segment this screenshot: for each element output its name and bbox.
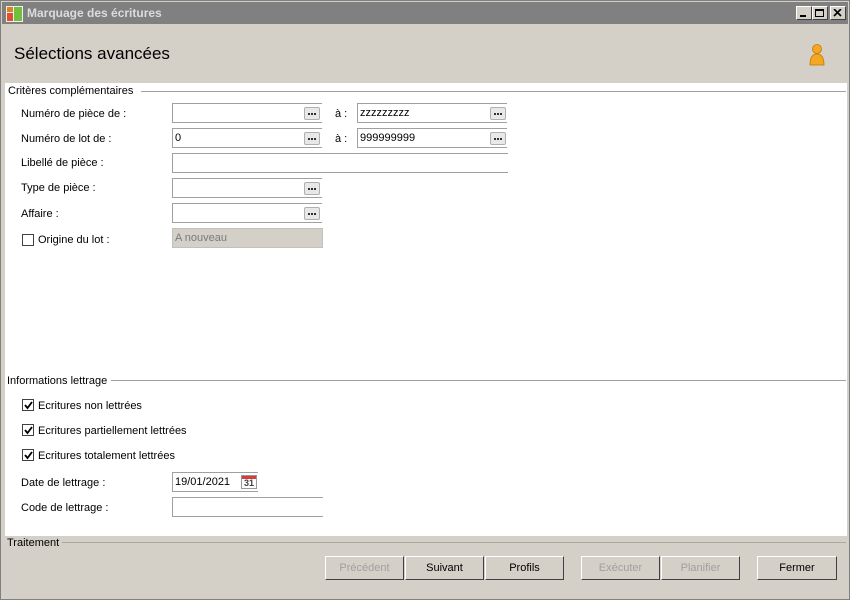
piece-num-from-input[interactable]	[172, 103, 322, 123]
piece-label-label: Libellé de pièce :	[21, 157, 104, 169]
lot-num-from-input[interactable]: 0	[172, 128, 322, 148]
piece-num-to-lookup-button[interactable]	[490, 107, 506, 120]
ellipsis-icon	[494, 138, 496, 140]
totalement-label: Ecritures totalement lettrées	[38, 450, 175, 462]
affaire-lookup-button[interactable]	[304, 207, 320, 220]
non-lettrees-label: Ecritures non lettrées	[38, 400, 142, 412]
page-header: Sélections avancées	[2, 24, 848, 83]
criteria-group-line	[141, 91, 846, 92]
partiellement-checkbox[interactable]	[22, 424, 34, 436]
checkmark-icon	[24, 401, 33, 410]
totalement-checkbox[interactable]	[22, 449, 34, 461]
app-icon	[6, 6, 23, 22]
piece-num-from-lookup-button[interactable]	[304, 107, 320, 120]
code-lettrage-input[interactable]	[172, 497, 323, 517]
affaire-input[interactable]	[172, 203, 322, 223]
minimize-button[interactable]	[796, 6, 812, 20]
affaire-label: Affaire :	[21, 208, 59, 220]
close-button[interactable]: Fermer	[757, 556, 837, 580]
maximize-icon	[815, 9, 824, 17]
lot-num-to-input[interactable]: 999999999	[357, 128, 507, 148]
piece-num-to-input[interactable]: zzzzzzzzz	[357, 103, 507, 123]
close-window-button[interactable]	[830, 6, 846, 20]
schedule-button[interactable]: Planifier	[661, 556, 740, 580]
ellipsis-icon	[308, 213, 310, 215]
lot-num-to-label: à :	[335, 133, 348, 145]
app-window: Marquage des écritures Sélections avancé…	[0, 0, 850, 600]
treatment-footer: Traitement Précédent Suivant Profils Exé…	[2, 536, 848, 599]
close-icon	[833, 9, 842, 17]
piece-num-to-label: à :	[335, 108, 348, 120]
date-lettrage-label: Date de lettrage :	[21, 477, 106, 489]
page-title: Sélections avancées	[14, 44, 170, 63]
previous-button[interactable]: Précédent	[325, 556, 404, 580]
ellipsis-icon	[308, 188, 310, 190]
calendar-day: 31	[244, 478, 255, 488]
lettrage-group-line	[111, 380, 846, 381]
treatment-group-title: Traitement	[7, 537, 62, 549]
non-lettrees-checkbox[interactable]	[22, 399, 34, 411]
ellipsis-icon	[308, 113, 310, 115]
lot-num-from-lookup-button[interactable]	[304, 132, 320, 145]
origine-label: Origine du lot :	[38, 234, 110, 246]
calendar-icon[interactable]: 31	[241, 475, 257, 489]
execute-button[interactable]: Exécuter	[581, 556, 660, 580]
piece-num-label: Numéro de pièce de :	[21, 108, 127, 120]
next-button[interactable]: Suivant	[405, 556, 484, 580]
origine-checkbox[interactable]	[22, 234, 34, 246]
user-icon[interactable]	[808, 44, 826, 68]
code-lettrage-label: Code de lettrage :	[21, 502, 109, 514]
profiles-button[interactable]: Profils	[485, 556, 564, 580]
window-title: Marquage des écritures	[27, 6, 162, 20]
maximize-button[interactable]	[812, 6, 828, 20]
minimize-icon	[800, 15, 806, 17]
piece-type-input[interactable]	[172, 178, 322, 198]
lot-num-label: Numéro de lot de :	[21, 133, 112, 145]
ellipsis-icon	[494, 113, 496, 115]
piece-type-label: Type de pièce :	[21, 182, 96, 194]
ellipsis-icon	[308, 138, 310, 140]
checkmark-icon	[24, 426, 33, 435]
piece-type-lookup-button[interactable]	[304, 182, 320, 195]
treatment-group-line	[62, 542, 846, 543]
partiellement-label: Ecritures partiellement lettrées	[38, 425, 187, 437]
lot-num-to-lookup-button[interactable]	[490, 132, 506, 145]
lettrage-group-title: Informations lettrage	[7, 375, 110, 387]
title-bar: Marquage des écritures	[2, 2, 848, 24]
checkmark-icon	[24, 451, 33, 460]
origine-select: A nouveau	[172, 228, 323, 248]
content-panel: Critères complémentaires Numéro de pièce…	[5, 83, 847, 536]
criteria-group-title: Critères complémentaires	[8, 85, 136, 97]
piece-label-input[interactable]	[172, 153, 508, 173]
